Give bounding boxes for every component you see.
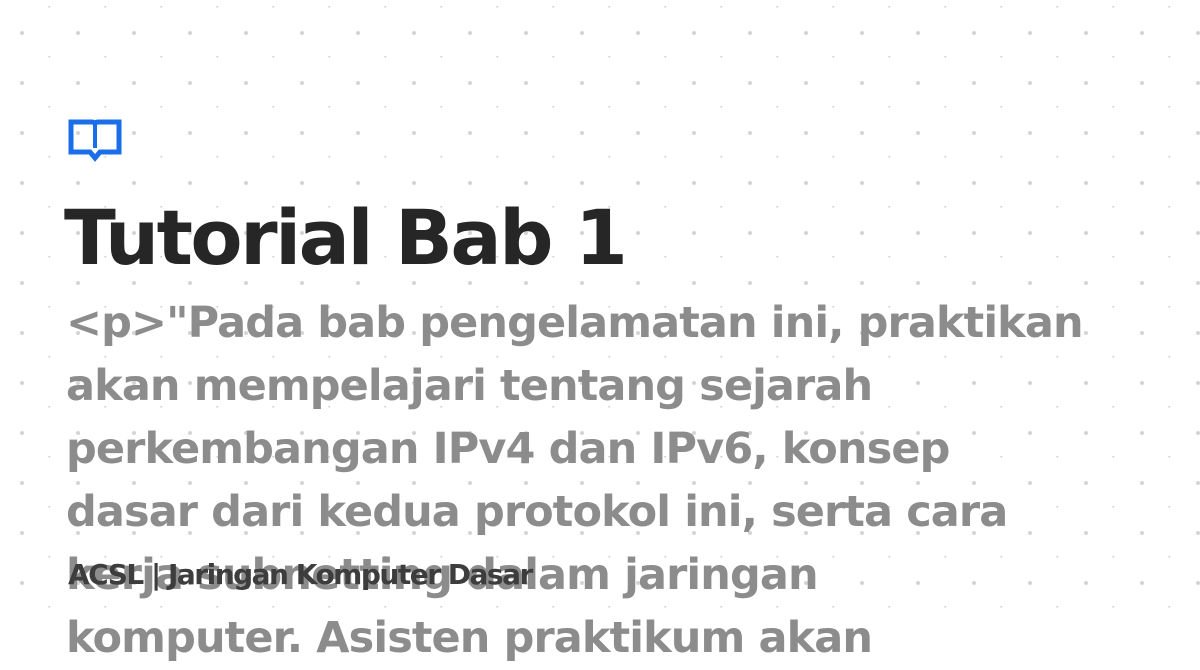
- page-description: <p>"Pada bab pengelamatan ini, praktikan…: [66, 298, 1084, 663]
- page-title: Tutorial Bab 1: [64, 193, 628, 282]
- site-name: ACSL | Jaringan Komputer Dasar: [68, 558, 533, 591]
- open-book-icon: [68, 119, 122, 162]
